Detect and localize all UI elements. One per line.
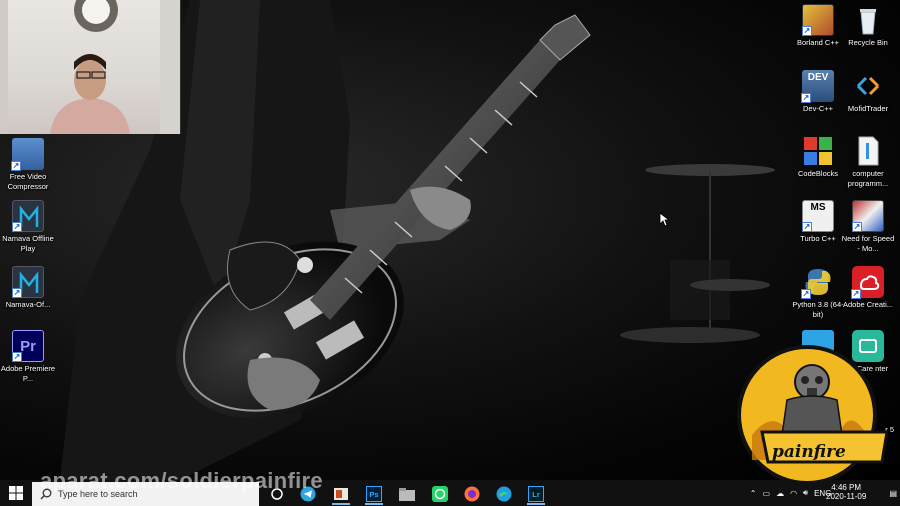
clock-date: 2020-11-09 [826, 492, 867, 501]
desktop-icon-label: Borland C++ [796, 38, 840, 47]
shortcut-arrow-icon: ↗ [11, 161, 21, 171]
taskbar-clock[interactable]: 4:46 PM 2020-11-09 [826, 483, 866, 501]
shortcut-arrow-icon: ↗ [801, 93, 811, 103]
desktop-icon-borland-cpp[interactable]: ↗ Borland C++ [790, 4, 846, 48]
namava-icon: ↗ [12, 266, 44, 298]
shortcut-arrow-icon: ↗ [12, 288, 22, 298]
desktop-icon-label: Adobe Premiere P... [0, 364, 56, 383]
office-icon [334, 488, 348, 500]
premiere-icon: Pr ↗ [12, 330, 44, 362]
desktop-icon-dev-cpp[interactable]: DEV ↗ Dev-C++ [790, 70, 846, 114]
desktop-icon-need-for-speed[interactable]: ↗ Need for Speed - Mo... [840, 200, 896, 253]
firefox-icon [464, 486, 480, 502]
desktop-icon-label: Free Video Compressor [7, 172, 49, 191]
desktop-icon-label: Dev-C++ [802, 104, 833, 113]
taskbar-file-explorer[interactable] [395, 483, 419, 505]
active-indicator [365, 503, 383, 505]
active-indicator [527, 503, 545, 505]
clock-time: 4:46 PM [831, 483, 862, 492]
desktop-icon-label: CodeBlocks [797, 169, 839, 178]
desktop-icon-label: Python 3.8 (64-bit) [792, 300, 844, 319]
painfire-logo [732, 340, 892, 500]
taskbar-office[interactable] [329, 483, 353, 505]
photoshop-icon-text: Ps [369, 489, 379, 499]
folder-icon [399, 488, 415, 501]
python-icon: ↗ [801, 266, 834, 299]
monitor-icon: ↗ [11, 138, 44, 171]
active-indicator [332, 503, 350, 505]
logo-text: painfire [772, 442, 846, 462]
desktop-icon-label: Namava Offline Play [2, 234, 54, 253]
desktop-icon-python[interactable]: ↗ Python 3.8 (64-bit) [790, 266, 846, 319]
desktop-icon-adobe-creative[interactable]: ↗ Adobe Creati... [840, 266, 896, 310]
namava-icon: ↗ [12, 200, 44, 232]
desktop-icon-recycle-bin[interactable]: Recycle Bin [840, 4, 896, 48]
windows-logo-icon [9, 486, 23, 500]
document-icon [852, 135, 884, 167]
desktop-icon-mofidtrader[interactable]: MofidTrader [840, 70, 896, 114]
taskbar-firefox[interactable] [460, 483, 484, 505]
start-button[interactable] [0, 480, 32, 506]
borland-icon: ↗ [802, 4, 834, 36]
shortcut-arrow-icon: ↗ [851, 289, 861, 299]
mofidtrader-icon [852, 70, 884, 102]
desktop-icon-turbo-cpp[interactable]: MS ↗ Turbo C++ [790, 200, 846, 244]
recycle-bin-icon [852, 4, 884, 36]
desktop-icon-free-video-compressor[interactable]: ↗ Free Video Compressor [0, 138, 56, 191]
desktop-icon-namava-offline[interactable]: ↗ Namava-Of... [0, 266, 56, 310]
dev-cpp-icon-text: DEV [807, 72, 829, 83]
desktop-icon-label: MofidTrader [847, 104, 889, 113]
lightroom-icon: Lr [528, 486, 544, 502]
desktop-icon-label: Namava-Of... [5, 300, 51, 309]
mouse-cursor-icon [659, 212, 671, 232]
desktop-icon-label: computer programm... [847, 169, 889, 188]
turbo-cpp-icon: MS ↗ [802, 200, 834, 232]
shortcut-arrow-icon: ↗ [802, 222, 812, 232]
desktop-icon-codeblocks[interactable]: CodeBlocks [790, 135, 846, 179]
lightroom-icon-text: Lr [532, 489, 540, 499]
whatsapp-icon [432, 486, 448, 502]
watermark-text: aparat.com/soldierpainfire [40, 468, 323, 493]
shortcut-arrow-icon: ↗ [12, 222, 22, 232]
shortcut-arrow-icon: ↗ [852, 222, 862, 232]
desktop-icon-adobe-premiere[interactable]: Pr ↗ Adobe Premiere P... [0, 330, 56, 383]
taskbar-edge[interactable] [492, 483, 516, 505]
taskbar-lightroom[interactable]: Lr [524, 483, 548, 505]
turbo-cpp-icon-text: MS [810, 202, 826, 213]
need-for-speed-icon: ↗ [852, 200, 884, 232]
desktop-icon-label: Turbo C++ [800, 234, 836, 243]
shortcut-arrow-icon: ↗ [801, 289, 811, 299]
desktop-icon-label: Recycle Bin [848, 38, 888, 47]
dev-cpp-icon: DEV ↗ [801, 70, 834, 103]
desktop-icon-computer-programming[interactable]: computer programm... [840, 135, 896, 188]
shortcut-arrow-icon: ↗ [12, 352, 22, 362]
edge-icon [496, 486, 512, 502]
photoshop-icon: Ps [366, 486, 382, 502]
premiere-icon-text: Pr [20, 337, 36, 355]
taskbar-photoshop[interactable]: Ps [362, 483, 386, 505]
taskbar-whatsapp[interactable] [428, 483, 452, 505]
shortcut-arrow-icon: ↗ [802, 26, 812, 36]
adobe-creative-cloud-icon: ↗ [851, 266, 884, 299]
codeblocks-icon [802, 135, 834, 167]
desktop-icon-label: Adobe Creati... [842, 300, 894, 309]
desktop-icon-namava-offline-play[interactable]: ↗ Namava Offline Play [0, 200, 56, 253]
webcam-overlay [0, 0, 181, 134]
desktop-icon-label: Need for Speed - Mo... [841, 234, 895, 253]
